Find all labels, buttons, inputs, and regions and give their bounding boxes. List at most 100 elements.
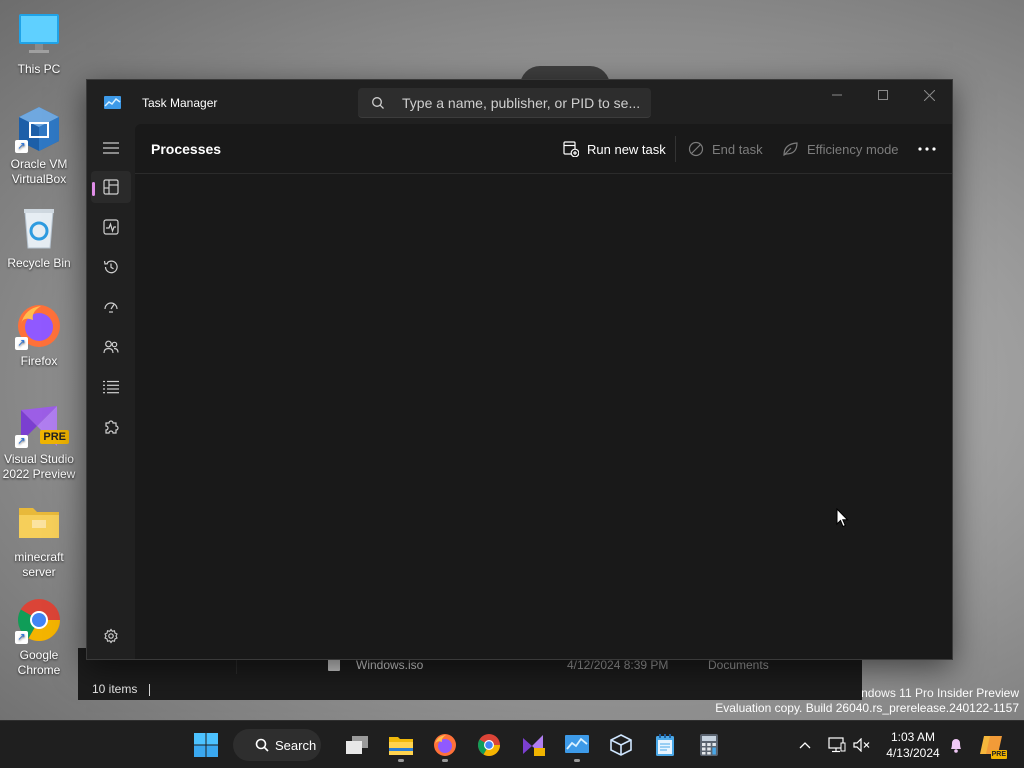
task-view-button[interactable] bbox=[339, 728, 375, 762]
settings-gear-icon bbox=[104, 628, 118, 644]
firefox-icon bbox=[434, 734, 456, 756]
efficiency-mode-button[interactable]: Efficiency mode bbox=[782, 137, 899, 161]
shortcut-arrow-icon: ↗ bbox=[15, 435, 28, 448]
desktop-icon-firefox[interactable]: ↗ Firefox bbox=[0, 302, 78, 369]
nav-hamburger-button[interactable] bbox=[91, 132, 131, 164]
shortcut-arrow-icon: ↗ bbox=[15, 337, 28, 350]
shortcut-arrow-icon: ↗ bbox=[15, 140, 28, 153]
copilot-button[interactable]: PRE bbox=[979, 732, 1007, 759]
window-title: Task Manager bbox=[142, 96, 218, 110]
maximize-button[interactable] bbox=[860, 80, 906, 110]
details-list-icon bbox=[103, 380, 119, 394]
task-manager-icon bbox=[104, 96, 121, 109]
watermark-line1: indows 11 Pro Insider Preview bbox=[858, 686, 1019, 700]
nav-details[interactable] bbox=[91, 371, 131, 403]
minimize-button[interactable] bbox=[814, 80, 860, 110]
file-date: 4/12/2024 8:39 PM bbox=[567, 658, 669, 672]
notepad-icon bbox=[656, 734, 674, 756]
show-hidden-icons-button[interactable] bbox=[794, 734, 816, 756]
desktop-icon-minecraft-folder[interactable]: minecraft server bbox=[0, 498, 78, 580]
page-title: Processes bbox=[151, 141, 222, 157]
status-bar: 10 items bbox=[92, 682, 150, 696]
search-label: Search bbox=[275, 737, 317, 753]
calculator-icon bbox=[700, 734, 718, 756]
pre-badge: PRE bbox=[40, 430, 69, 444]
status-divider bbox=[148, 683, 150, 696]
nav-services[interactable] bbox=[91, 411, 131, 443]
clock[interactable]: 1:03 AM 4/13/2024 bbox=[878, 729, 948, 761]
nav-settings[interactable] bbox=[91, 620, 131, 652]
shortcut-arrow-icon: ↗ bbox=[15, 631, 28, 644]
notifications-button[interactable] bbox=[945, 734, 967, 756]
active-indicator bbox=[92, 182, 95, 196]
chrome-icon bbox=[478, 734, 500, 756]
desktop-icon-this-pc[interactable]: This PC bbox=[0, 10, 78, 77]
nav-performance[interactable] bbox=[91, 211, 131, 243]
more-dots-icon bbox=[918, 147, 936, 151]
end-task-icon bbox=[688, 141, 704, 157]
desktop-icon-label: Oracle VM VirtualBox bbox=[10, 157, 68, 186]
clock-time: 1:03 AM bbox=[890, 730, 936, 744]
desktop-icon-visual-studio[interactable]: PRE ↗ Visual Studio 2022 Preview bbox=[0, 400, 78, 482]
taskbar-calculator[interactable] bbox=[691, 728, 727, 762]
file-name: Windows.iso bbox=[356, 658, 424, 672]
running-indicator bbox=[574, 759, 580, 762]
taskbar-chrome[interactable] bbox=[471, 728, 507, 762]
nav-app-history[interactable] bbox=[91, 251, 131, 283]
desktop-icon-label: minecraft server bbox=[14, 550, 64, 579]
command-separator bbox=[675, 136, 676, 162]
visual-studio-icon bbox=[523, 735, 545, 756]
bell-icon bbox=[951, 739, 961, 753]
running-indicator bbox=[442, 759, 448, 762]
performance-icon bbox=[103, 219, 119, 235]
mouse-cursor-icon bbox=[836, 508, 849, 528]
task-manager-icon bbox=[565, 735, 589, 753]
taskbar-firefox[interactable] bbox=[427, 728, 463, 762]
close-button[interactable] bbox=[906, 80, 952, 110]
desktop-icon-chrome[interactable]: ↗ Google Chrome bbox=[0, 596, 78, 678]
desktop-icon-label: Visual Studio 2022 Preview bbox=[2, 452, 76, 481]
desktop-icon-label: This PC bbox=[17, 62, 61, 76]
taskbar-notepad[interactable] bbox=[647, 728, 683, 762]
more-options-button[interactable] bbox=[912, 137, 942, 161]
users-icon bbox=[103, 340, 119, 354]
hamburger-menu-icon bbox=[103, 142, 119, 154]
file-icon bbox=[328, 659, 340, 671]
taskbar-search[interactable]: Search bbox=[233, 729, 321, 761]
run-new-task-icon bbox=[563, 141, 579, 157]
search-box[interactable] bbox=[358, 88, 651, 118]
visual-studio-icon: PRE ↗ bbox=[15, 400, 69, 448]
desktop-icon-recycle-bin[interactable]: Recycle Bin bbox=[0, 204, 78, 271]
startup-speedometer-icon bbox=[104, 302, 118, 313]
navigation-sidebar bbox=[87, 124, 135, 659]
taskbar-visual-studio[interactable] bbox=[515, 728, 551, 762]
end-task-label: End task bbox=[712, 141, 763, 157]
volume-muted-icon bbox=[853, 738, 870, 752]
network-status-button[interactable] bbox=[826, 734, 848, 756]
chrome-icon: ↗ bbox=[15, 596, 63, 644]
copilot-pre-badge: PRE bbox=[990, 750, 1007, 759]
close-icon bbox=[923, 89, 935, 101]
minimize-icon bbox=[832, 94, 842, 96]
clock-date: 4/13/2024 bbox=[886, 746, 940, 760]
taskbar-task-manager[interactable] bbox=[559, 728, 595, 762]
firefox-icon: ↗ bbox=[15, 302, 63, 350]
desktop-icon-virtualbox[interactable]: ↗ Oracle VM VirtualBox bbox=[0, 105, 78, 187]
volume-button[interactable] bbox=[851, 734, 873, 756]
start-button[interactable] bbox=[188, 728, 224, 762]
search-input[interactable] bbox=[402, 93, 642, 113]
nav-users[interactable] bbox=[91, 331, 131, 363]
taskbar-file-explorer[interactable] bbox=[383, 728, 419, 762]
title-bar[interactable]: Task Manager bbox=[87, 80, 952, 124]
run-new-task-button[interactable]: Run new task bbox=[563, 137, 666, 161]
monitor-icon bbox=[15, 10, 63, 58]
taskbar-virtualbox[interactable] bbox=[603, 728, 639, 762]
efficiency-mode-label: Efficiency mode bbox=[807, 141, 899, 157]
virtualbox-icon: ↗ bbox=[15, 105, 63, 153]
folder-icon bbox=[389, 737, 413, 755]
nav-startup-apps[interactable] bbox=[91, 291, 131, 323]
search-icon bbox=[255, 738, 269, 752]
file-location: Documents bbox=[708, 658, 769, 672]
end-task-button[interactable]: End task bbox=[688, 137, 763, 161]
nav-processes[interactable] bbox=[91, 171, 131, 203]
